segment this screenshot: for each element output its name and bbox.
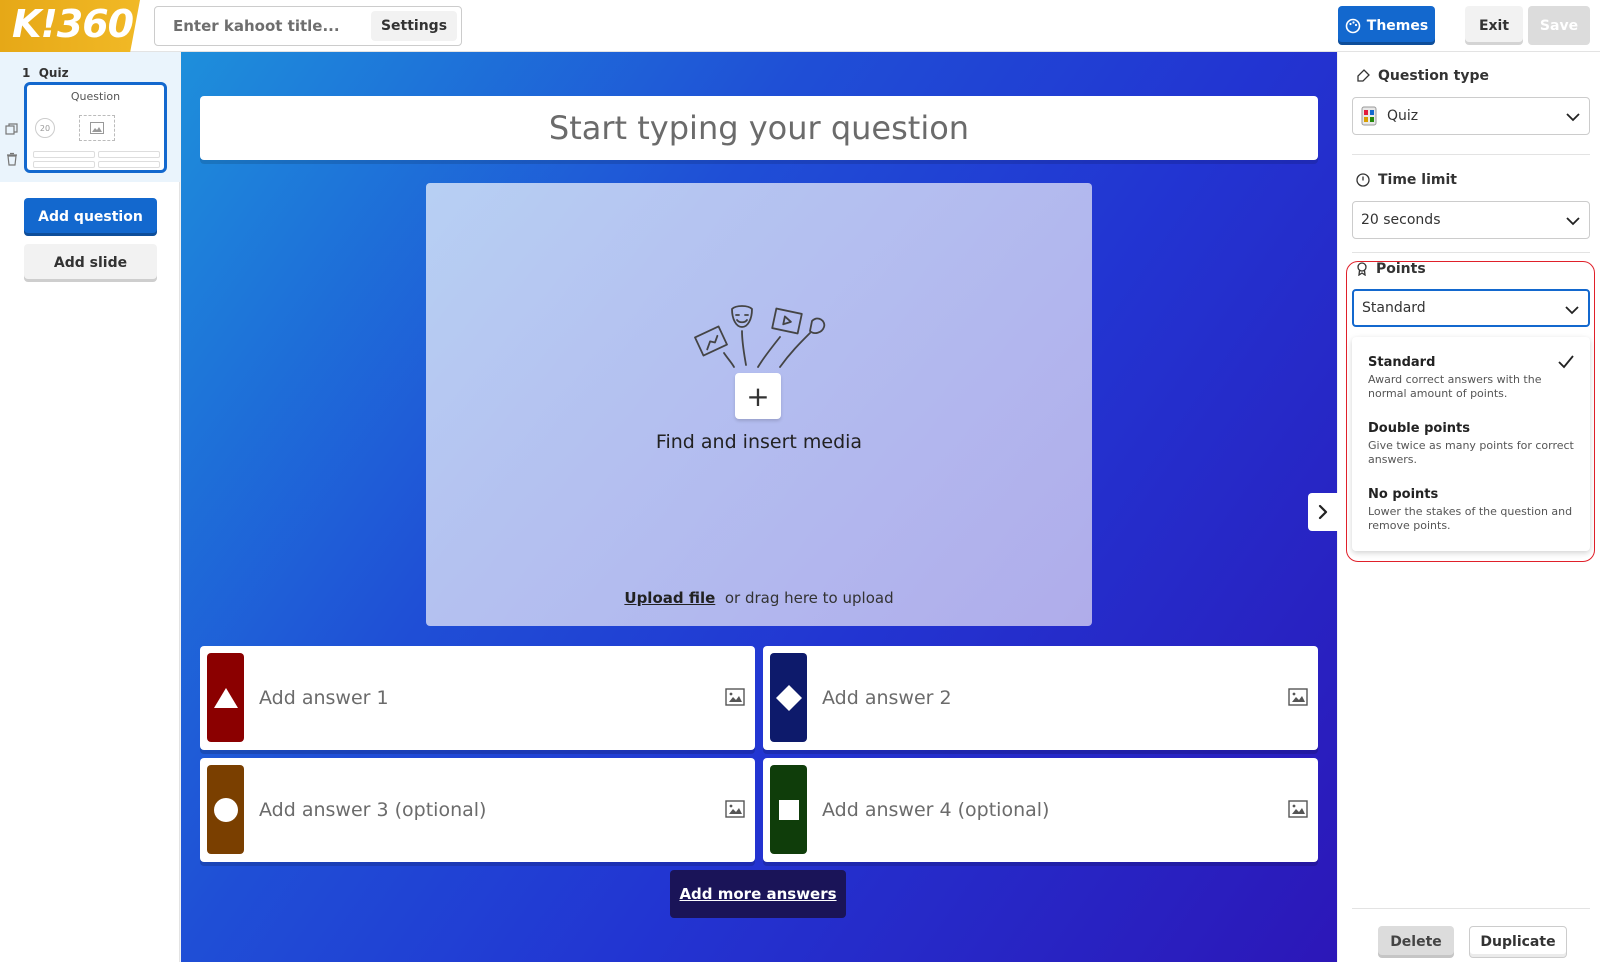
question-input[interactable]: Start typing your question <box>200 96 1318 160</box>
divider <box>1352 908 1590 909</box>
slide-number: 1 <box>22 66 31 80</box>
answer-card-3[interactable]: Add answer 3 (optional) <box>200 758 755 862</box>
settings-panel: Question type Quiz Time limit 20 seconds… <box>1338 52 1600 962</box>
quiz-type-icon <box>1361 106 1377 126</box>
option-title: Double points <box>1368 421 1470 436</box>
circle-icon <box>213 797 238 822</box>
slide-item-1[interactable]: 1 Quiz Question 20 <box>0 52 180 182</box>
points-select[interactable]: Standard <box>1352 289 1590 327</box>
question-type-label-text: Question type <box>1378 68 1489 84</box>
delete-button[interactable]: Delete <box>1378 926 1454 958</box>
duplicate-slide-icon[interactable] <box>5 122 19 136</box>
answer-card-4[interactable]: Add answer 4 (optional) <box>763 758 1318 862</box>
answer-shape-bar <box>207 653 244 742</box>
kahoot-logo[interactable]: K!360 <box>0 0 140 52</box>
upload-line: Upload file or drag here to upload <box>426 589 1092 607</box>
answer-image-icon[interactable] <box>1288 800 1308 818</box>
chevron-down-icon <box>1565 306 1579 315</box>
points-option-none[interactable]: No points Lower the stakes of the questi… <box>1368 487 1574 533</box>
time-limit-value: 20 seconds <box>1361 212 1441 228</box>
answer-shape-bar <box>770 653 807 742</box>
kahoot-title-input[interactable] <box>155 7 367 45</box>
option-title: Standard <box>1368 355 1436 370</box>
thumb-answer <box>33 161 95 168</box>
triangle-icon <box>213 687 238 708</box>
settings-button[interactable]: Settings <box>371 11 457 41</box>
slide-thumbnail[interactable]: Question 20 <box>24 82 167 173</box>
square-icon <box>778 799 799 820</box>
diamond-icon <box>775 684 802 711</box>
option-title: No points <box>1368 487 1439 502</box>
upload-file-link[interactable]: Upload file <box>624 589 715 607</box>
time-limit-label-text: Time limit <box>1378 172 1457 188</box>
time-limit-label: Time limit <box>1356 172 1457 188</box>
media-dropzone[interactable]: + Find and insert media Upload file or d… <box>426 183 1092 626</box>
answer-input[interactable]: Add answer 4 (optional) <box>822 758 1049 862</box>
slide-type: Quiz <box>38 66 69 80</box>
option-description: Give twice as many points for correct an… <box>1368 439 1574 466</box>
answer-card-2[interactable]: Add answer 2 <box>763 646 1318 750</box>
kahoot-title-box: Settings <box>154 6 462 46</box>
divider <box>1352 252 1590 253</box>
exit-button[interactable]: Exit <box>1465 6 1523 45</box>
points-dropdown-menu: Standard Award correct answers with the … <box>1352 337 1590 551</box>
question-type-label: Question type <box>1356 68 1489 84</box>
divider <box>1352 154 1590 155</box>
duplicate-button[interactable]: Duplicate <box>1469 926 1567 958</box>
themes-label: Themes <box>1366 17 1429 34</box>
checkmark-icon <box>1558 355 1574 369</box>
palette-icon <box>1345 18 1361 33</box>
question-placeholder: Start typing your question <box>548 109 970 147</box>
delete-slide-icon[interactable] <box>5 152 19 166</box>
add-slide-button[interactable]: Add slide <box>24 244 157 282</box>
save-button[interactable]: Save <box>1528 6 1590 45</box>
answer-image-icon[interactable] <box>725 800 745 818</box>
clock-icon <box>1356 173 1370 187</box>
thumb-answer <box>98 161 160 168</box>
thumb-question-title: Question <box>70 90 121 103</box>
chevron-right-icon <box>1318 504 1328 520</box>
answer-image-icon[interactable] <box>1288 688 1308 706</box>
slide-sidebar: 1 Quiz Question 20 Add question Add slid… <box>0 52 180 962</box>
chevron-down-icon <box>1566 217 1580 226</box>
option-description: Lower the stakes of the question and rem… <box>1368 505 1573 532</box>
answer-card-1[interactable]: Add answer 1 <box>200 646 755 750</box>
answer-input[interactable]: Add answer 2 <box>822 646 952 750</box>
question-type-value: Quiz <box>1387 108 1419 124</box>
time-limit-select[interactable]: 20 seconds <box>1352 201 1590 239</box>
points-option-double[interactable]: Double points Give twice as many points … <box>1368 421 1574 467</box>
top-bar: K!360 Settings Themes Exit Save <box>0 0 1600 52</box>
answer-input[interactable]: Add answer 3 (optional) <box>259 758 486 862</box>
add-question-button[interactable]: Add question <box>24 198 157 236</box>
answer-input[interactable]: Add answer 1 <box>259 646 389 750</box>
image-icon <box>90 122 104 134</box>
points-label-text: Points <box>1376 261 1426 277</box>
upload-suffix: or drag here to upload <box>724 589 894 607</box>
collapse-panel-button[interactable] <box>1308 493 1338 531</box>
points-label: Points <box>1356 261 1426 277</box>
themes-button[interactable]: Themes <box>1338 6 1435 45</box>
option-description: Award correct answers with the normal am… <box>1368 373 1542 400</box>
award-icon <box>1357 262 1367 276</box>
chevron-down-icon <box>1566 113 1580 122</box>
thumb-image-placeholder <box>79 115 115 141</box>
thumb-answer <box>98 151 160 158</box>
question-type-select[interactable]: Quiz <box>1352 97 1590 135</box>
question-type-icon <box>1357 69 1370 82</box>
plus-icon: + <box>746 379 770 413</box>
thumb-timer: 20 <box>35 118 55 138</box>
points-value: Standard <box>1362 300 1426 316</box>
logo-text: K!360 <box>12 2 134 46</box>
answer-image-icon[interactable] <box>725 688 745 706</box>
add-more-answers-button[interactable]: Add more answers <box>670 870 846 918</box>
thumb-answer <box>33 151 95 158</box>
answer-shape-bar <box>770 765 807 854</box>
question-canvas: Start typing your question + Find and in… <box>181 52 1337 962</box>
insert-media-button[interactable]: + <box>735 373 781 419</box>
answer-shape-bar <box>207 765 244 854</box>
media-label: Find and insert media <box>655 431 863 453</box>
points-option-standard[interactable]: Standard Award correct answers with the … <box>1368 355 1574 401</box>
media-illustration-icon <box>694 305 826 368</box>
slide-label: 1 Quiz <box>22 66 69 80</box>
